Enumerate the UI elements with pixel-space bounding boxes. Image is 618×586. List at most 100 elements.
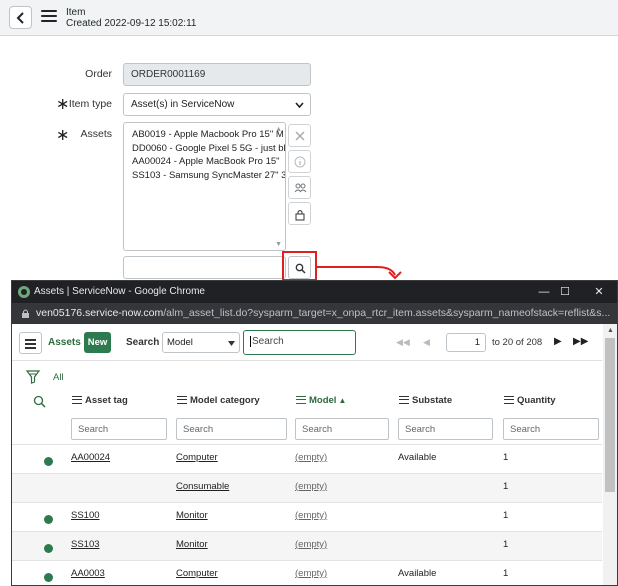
new-button[interactable]: New	[84, 332, 111, 353]
last-page-icon[interactable]: ▶▶	[573, 336, 588, 347]
url-text: ven05176.service-now.com/alm_asset_list.…	[36, 307, 610, 319]
quantity-cell: 1	[503, 452, 509, 463]
asset-tag-cell[interactable]: AA0003	[71, 568, 105, 579]
info-icon	[294, 156, 306, 168]
model-cell[interactable]: (empty)	[295, 568, 327, 579]
model-category-search-input[interactable]: Search	[176, 418, 287, 440]
model-cell[interactable]: (empty)	[295, 510, 327, 521]
list-search-input[interactable]: Search	[243, 330, 356, 355]
window-title: Assets | ServiceNow - Google Chrome	[34, 286, 205, 297]
asset-tag-cell[interactable]: AA00024	[71, 452, 110, 463]
filter-all-link[interactable]: All	[53, 372, 64, 383]
item-type-select[interactable]: Asset(s) in ServiceNow	[123, 93, 311, 116]
scrollbar-thumb[interactable]	[605, 338, 615, 492]
asset-picker-window: Assets | ServiceNow - Google Chrome — ☐ …	[11, 280, 618, 586]
table-row[interactable]: AA0003 Computer (empty) Available 1	[12, 560, 602, 585]
window-title-bar: Assets | ServiceNow - Google Chrome — ☐ …	[12, 281, 617, 303]
info-button[interactable]	[288, 150, 311, 173]
asset-tag-cell[interactable]: SS100	[71, 510, 100, 521]
column-quantity[interactable]: Quantity	[504, 395, 556, 406]
column-model-category[interactable]: Model category	[177, 395, 260, 406]
list-header: Assets New Search Model Search ◀◀ ◀ 1 to…	[12, 324, 602, 361]
minimize-icon[interactable]: —	[536, 284, 552, 300]
substate-search-input[interactable]: Search	[398, 418, 493, 440]
order-field: ORDER0001169	[123, 63, 311, 86]
page-number-input[interactable]: 1	[446, 333, 486, 352]
column-substate[interactable]: Substate	[399, 395, 452, 406]
previous-page-icon[interactable]: ◀	[423, 337, 430, 348]
record-type: Item	[66, 7, 86, 18]
back-button[interactable]	[9, 6, 32, 29]
search-placeholder: Search	[252, 336, 284, 348]
list-scrollbar[interactable]: ▲	[603, 324, 617, 585]
annotation-arrow-icon	[317, 266, 402, 280]
form-header: Item Created 2022-09-12 15:02:11	[0, 0, 618, 36]
column-header-row: Asset tag Model category Model ▲ Substate…	[12, 389, 602, 413]
scroll-up-icon[interactable]: ▲	[607, 327, 614, 334]
people-icon	[294, 183, 307, 193]
record-title: Item Created 2022-09-12 15:02:11	[66, 7, 196, 29]
model-category-cell[interactable]: Consumable	[176, 481, 229, 492]
substate-cell: Available	[398, 568, 437, 579]
asset-tag-cell[interactable]: SS103	[71, 539, 100, 550]
asset-tag-search-input[interactable]: Search	[71, 418, 167, 440]
table-row[interactable]: SS100 Monitor (empty) 1	[12, 502, 602, 531]
quantity-cell: 1	[503, 510, 509, 521]
asset-line[interactable]: AA00024 - Apple MacBook Pro 15"	[124, 155, 285, 169]
url-host: ven05176.service-now.com	[36, 307, 164, 319]
column-label: Asset tag	[85, 395, 128, 406]
hamburger-menu-icon[interactable]	[41, 10, 57, 24]
column-search-row: Search Search Search Search Search	[12, 413, 602, 445]
assets-list[interactable]: AB0019 - Apple Macbook Pro 15" M DD0060 …	[123, 122, 286, 251]
column-asset-tag[interactable]: Asset tag	[72, 395, 128, 406]
scroll-up-icon[interactable]: ▲	[275, 126, 282, 133]
status-dot-icon	[44, 544, 53, 553]
table-row[interactable]: AA00024 Computer (empty) Available 1	[12, 444, 602, 473]
model-category-cell[interactable]: Monitor	[176, 510, 208, 521]
model-category-cell[interactable]: Monitor	[176, 539, 208, 550]
model-cell[interactable]: (empty)	[295, 539, 327, 550]
list-menu-button[interactable]	[19, 332, 42, 354]
servicenow-logo-icon	[18, 286, 30, 298]
search-field-value: Model	[167, 337, 193, 348]
sort-ascending-icon: ▲	[338, 396, 347, 405]
quantity-cell: 1	[503, 539, 509, 550]
model-category-cell[interactable]: Computer	[176, 452, 218, 463]
next-page-icon[interactable]: ▶	[554, 336, 562, 347]
unlock-button[interactable]	[288, 202, 311, 225]
record-created: Created 2022-09-12 15:02:11	[66, 18, 197, 29]
maximize-icon[interactable]: ☐	[557, 284, 573, 300]
column-label: Model category	[190, 395, 260, 406]
lock-icon	[22, 309, 29, 318]
asset-line[interactable]: SS103 - Samsung SyncMaster 27" 3	[124, 169, 285, 183]
pager-range: to 20 of 208	[492, 337, 543, 348]
table-row[interactable]: Consumable (empty) 1	[12, 473, 602, 502]
first-page-icon[interactable]: ◀◀	[396, 337, 410, 348]
related-button[interactable]	[288, 176, 311, 199]
model-cell[interactable]: (empty)	[295, 481, 327, 492]
quantity-cell: 1	[503, 568, 509, 579]
status-dot-icon	[44, 515, 53, 524]
model-category-cell[interactable]: Computer	[176, 568, 218, 579]
url-path: /alm_asset_list.do?sysparm_target=x_onpa…	[163, 307, 611, 319]
highlight-box	[282, 251, 317, 281]
search-icon[interactable]	[33, 395, 46, 408]
model-cell[interactable]: (empty)	[295, 452, 327, 463]
filter-icon[interactable]	[26, 370, 40, 384]
model-search-input[interactable]: Search	[295, 418, 389, 440]
address-bar[interactable]: ven05176.service-now.com/alm_asset_list.…	[12, 303, 617, 324]
asset-line[interactable]: AB0019 - Apple Macbook Pro 15" M	[124, 128, 285, 142]
close-icon	[295, 131, 305, 141]
assets-lookup-input[interactable]	[123, 256, 286, 279]
column-model[interactable]: Model ▲	[296, 395, 346, 406]
close-window-icon[interactable]: ✕	[591, 284, 607, 300]
table-row[interactable]: SS103 Monitor (empty) 1	[12, 531, 602, 560]
search-label: Search	[126, 337, 160, 348]
remove-button[interactable]	[288, 124, 311, 147]
asset-line[interactable]: DD0060 - Google Pixel 5 5G - just bl	[124, 142, 285, 156]
column-label: Model	[309, 395, 337, 406]
scroll-down-icon[interactable]: ▼	[275, 241, 282, 248]
quantity-search-input[interactable]: Search	[503, 418, 599, 440]
search-field-select[interactable]: Model	[162, 332, 240, 353]
chevron-down-icon	[295, 102, 304, 108]
